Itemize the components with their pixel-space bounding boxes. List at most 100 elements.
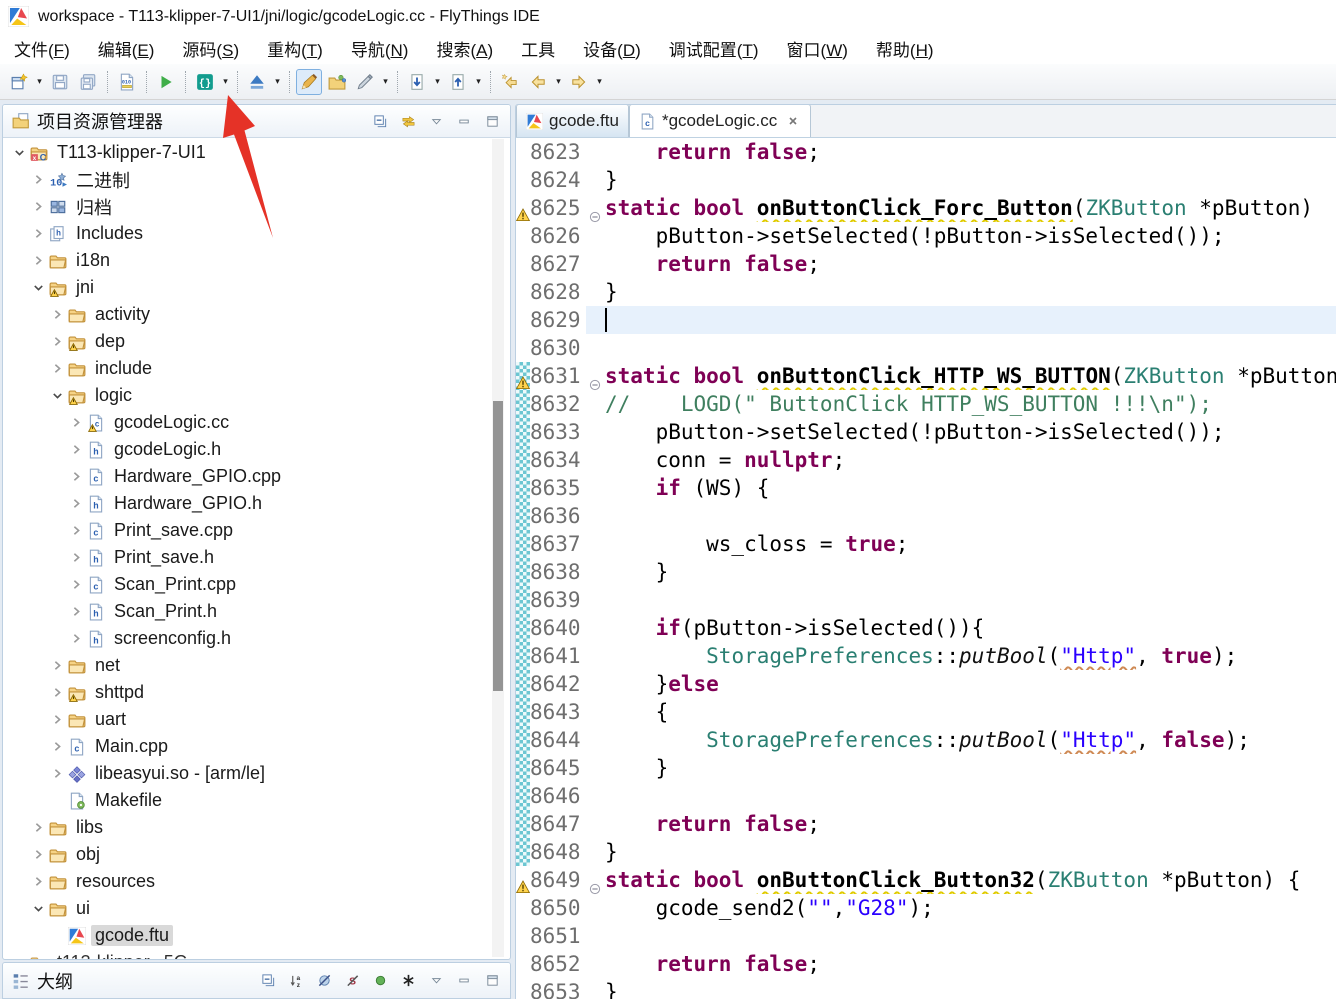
code-line[interactable]: 8624} (516, 166, 1336, 194)
menu-搜索[interactable]: 搜索(A) (422, 34, 507, 63)
generate-code-button[interactable]: {} (192, 69, 218, 95)
tree-item[interactable]: cScan_Print.cpp (3, 571, 486, 598)
code-line[interactable]: 8651 (516, 922, 1336, 950)
tree-item[interactable]: cMain.cpp (3, 733, 486, 760)
expander-icon[interactable] (30, 873, 47, 890)
code-text[interactable]: ws_closs = true; (605, 530, 1336, 558)
expander-icon[interactable] (68, 603, 85, 620)
code-line[interactable]: 8628} (516, 278, 1336, 306)
tree-item[interactable]: activity (3, 301, 486, 328)
sort-button[interactable]: az (285, 970, 307, 992)
expander-icon[interactable] (49, 765, 66, 782)
code-text[interactable]: return false; (605, 138, 1336, 166)
code-text[interactable] (605, 334, 1336, 362)
back-dropdown[interactable]: ▾ (552, 69, 565, 95)
menu-重构[interactable]: 重构(T) (253, 34, 337, 63)
save-button[interactable] (47, 69, 73, 95)
collapse-all-button[interactable] (369, 110, 391, 132)
code-text[interactable]: return false; (605, 950, 1336, 978)
code-line[interactable]: 8641 StoragePreferences::putBool("Http",… (516, 642, 1336, 670)
code-line[interactable]: 8630 (516, 334, 1336, 362)
filters-button[interactable] (397, 970, 419, 992)
expander-icon[interactable] (49, 711, 66, 728)
expander-icon[interactable] (49, 657, 66, 674)
code-line[interactable]: 8644 StoragePreferences::putBool("Http",… (516, 726, 1336, 754)
code-line[interactable]: 8638 } (516, 558, 1336, 586)
external-tools-button[interactable] (352, 69, 378, 95)
tree-item[interactable]: logic (3, 382, 486, 409)
code-line[interactable]: 8629 (516, 306, 1336, 334)
expander-icon[interactable] (30, 225, 47, 242)
code-line[interactable]: 8639 (516, 586, 1336, 614)
code-text[interactable]: static bool onButtonClick_HTTP_WS_BUTTON… (605, 362, 1336, 390)
menu-导航[interactable]: 导航(N) (337, 34, 423, 63)
code-line[interactable]: 8650 gcode_send2("","G28"); (516, 894, 1336, 922)
expander-icon[interactable] (68, 630, 85, 647)
expander-icon[interactable] (30, 171, 47, 188)
tree-item[interactable]: Makefile (3, 787, 486, 814)
code-line[interactable]: 8631static bool onButtonClick_HTTP_WS_BU… (516, 362, 1336, 390)
forward-dropdown[interactable]: ▾ (593, 69, 606, 95)
code-line[interactable]: 8626 pButton->setSelected(!pButton->isSe… (516, 222, 1336, 250)
expander-icon[interactable] (49, 387, 66, 404)
code-text[interactable]: static bool onButtonClick_Forc_Button(ZK… (605, 194, 1336, 222)
tree-item[interactable]: jni (3, 274, 486, 301)
tree-item[interactable]: libs (3, 814, 486, 841)
code-text[interactable]: return false; (605, 250, 1336, 278)
tree-item[interactable]: CxT113-klipper-7-UI1 (3, 139, 486, 166)
close-icon[interactable] (785, 113, 801, 129)
menu-编辑[interactable]: 编辑(E) (84, 34, 169, 63)
minimize-button[interactable] (453, 110, 475, 132)
expander-icon[interactable] (68, 414, 85, 431)
forward-button[interactable] (566, 69, 592, 95)
tree-item[interactable]: 归档 (3, 193, 486, 220)
tree-item[interactable]: Cxt113-klipper...5G (3, 949, 486, 959)
tree-item[interactable]: hPrint_save.h (3, 544, 486, 571)
code-text[interactable]: pButton->setSelected(!pButton->isSelecte… (605, 222, 1336, 250)
code-text[interactable]: static bool onButtonClick_Button32(ZKBut… (605, 866, 1336, 894)
maximize-button[interactable] (481, 970, 503, 992)
code-line[interactable]: 8647 return false; (516, 810, 1336, 838)
tree-item[interactable]: uart (3, 706, 486, 733)
show-public-button[interactable] (369, 970, 391, 992)
hide-fields-button[interactable] (313, 970, 335, 992)
code-text[interactable]: } (605, 166, 1336, 194)
code-line[interactable]: 8648} (516, 838, 1336, 866)
expander-icon[interactable] (49, 306, 66, 323)
last-edit-location-button[interactable] (497, 69, 523, 95)
editor-tab[interactable]: c*gcodeLogic.cc (629, 104, 811, 137)
code-text[interactable]: } (605, 838, 1336, 866)
new-wizard-button[interactable] (6, 69, 32, 95)
code-text[interactable]: if(pButton->isSelected()){ (605, 614, 1336, 642)
code-text[interactable]: StoragePreferences::putBool("Http", true… (605, 642, 1336, 670)
view-menu-button[interactable] (425, 970, 447, 992)
prev-annotation-button[interactable] (445, 69, 471, 95)
back-button[interactable] (525, 69, 551, 95)
code-line[interactable]: 8642 }else (516, 670, 1336, 698)
code-text[interactable]: } (605, 754, 1336, 782)
external-tools-dropdown[interactable]: ▾ (379, 69, 392, 95)
tree-item[interactable]: shttpd (3, 679, 486, 706)
menu-工具[interactable]: 工具 (507, 34, 569, 63)
expander-icon[interactable] (30, 900, 47, 917)
tree-item[interactable]: hgcodeLogic.h (3, 436, 486, 463)
code-line[interactable]: 8634 conn = nullptr; (516, 446, 1336, 474)
expander-icon[interactable] (49, 333, 66, 350)
tree-item[interactable]: cHardware_GPIO.cpp (3, 463, 486, 490)
new-wizard-dropdown[interactable]: ▾ (33, 69, 46, 95)
code-text[interactable]: } (605, 558, 1336, 586)
expander-icon[interactable] (68, 441, 85, 458)
expander-icon[interactable] (68, 522, 85, 539)
tree-item[interactable]: dep (3, 328, 486, 355)
code-text[interactable]: return false; (605, 810, 1336, 838)
code-editor[interactable]: 8623 return false;8624}8625static bool o… (516, 138, 1336, 999)
menu-源码[interactable]: 源码(S) (168, 34, 253, 63)
code-text[interactable] (605, 586, 1336, 614)
expander-icon[interactable] (30, 819, 47, 836)
code-line[interactable]: 8652 return false; (516, 950, 1336, 978)
tree-item[interactable]: hIncludes (3, 220, 486, 247)
fold-marker[interactable] (586, 362, 605, 390)
expander-icon[interactable] (30, 279, 47, 296)
collapse-all-button[interactable] (257, 970, 279, 992)
run-button[interactable] (153, 69, 179, 95)
